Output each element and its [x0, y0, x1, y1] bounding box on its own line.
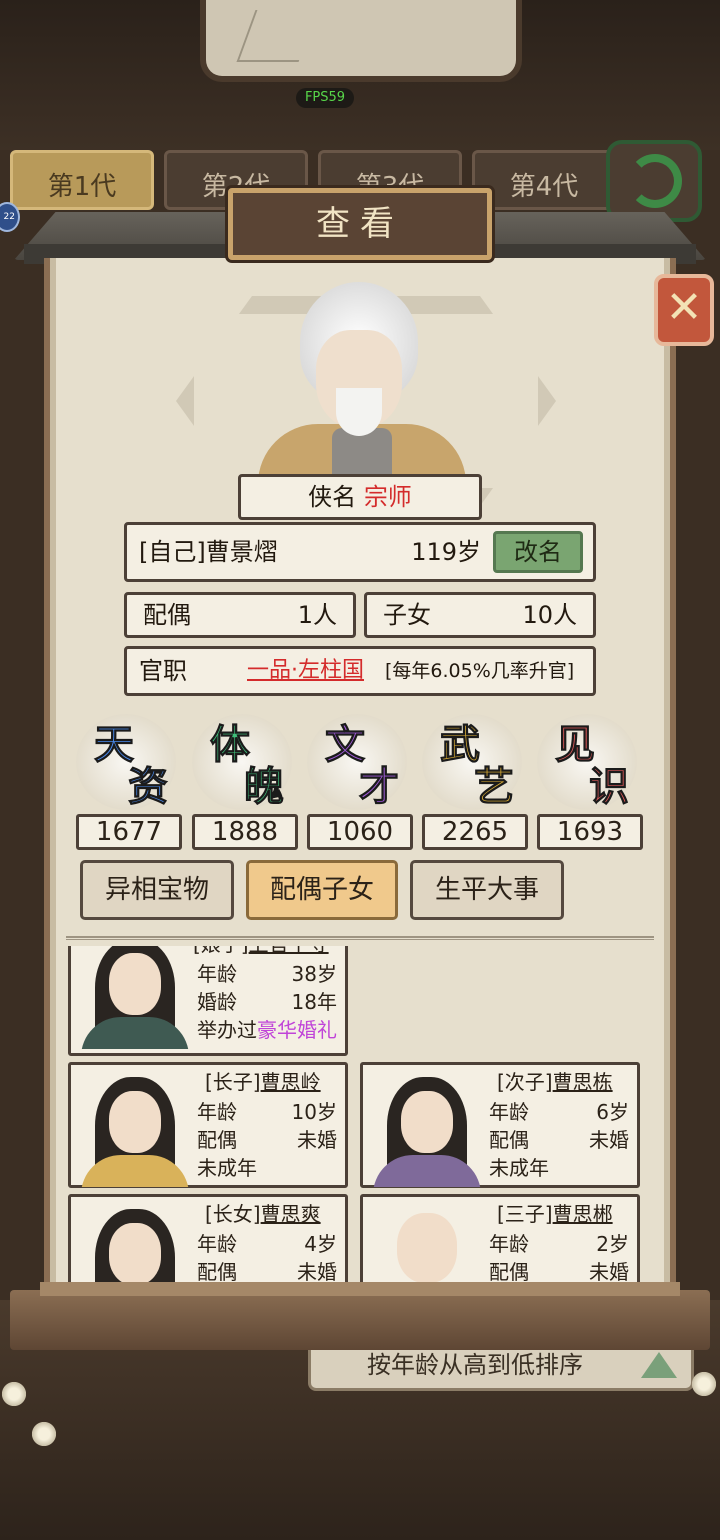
child-portrait [369, 1069, 485, 1187]
spouse-label: 配偶 [143, 601, 191, 629]
flower-decoration [690, 1370, 718, 1398]
child-spouse-row: 配偶 未婚 [489, 1128, 629, 1152]
attribute-char: 才 [359, 763, 400, 811]
spouse-age-row: 年龄 38岁 [197, 962, 337, 986]
child-portrait [77, 1069, 193, 1187]
crossed-swords-icon: ✕ [665, 282, 703, 333]
child-status: 未成年 [489, 1156, 549, 1180]
spouse-card[interactable]: [娘子]上官千寻 年龄38岁 婚龄18年 举办过豪华婚礼 [68, 946, 348, 1056]
child-status: 未成年 [197, 1156, 257, 1180]
tab-spouse-children[interactable]: 配偶子女 [246, 860, 398, 920]
sort-direction-icon [641, 1352, 677, 1378]
spouse-name: [娘子]上官千寻 [193, 946, 329, 957]
section-divider [66, 936, 654, 940]
attribute-literary: 文 才 1060 [307, 706, 413, 850]
child-age-row: 年龄 4岁 [197, 1232, 337, 1256]
attribute-value: 1060 [307, 814, 413, 850]
child-card[interactable]: [次子]曹思栋 年龄 6岁 配偶 未婚 未成年 [360, 1062, 640, 1188]
attribute-char: 艺 [474, 763, 515, 811]
child-spouse-row: 配偶 未婚 [197, 1128, 337, 1152]
child-name: [三子]曹思郴 [497, 1202, 613, 1226]
attribute-talent: 天 资 1677 [76, 706, 182, 850]
child-age-row: 年龄 10岁 [197, 1100, 337, 1124]
tab-treasures[interactable]: 异相宝物 [80, 860, 234, 920]
tab-generation-1[interactable]: 第1代 [10, 150, 154, 210]
spouse-count-box: 配偶 1人 [124, 592, 356, 638]
modal-bottom-frame [10, 1282, 710, 1350]
attribute-insight: 见 识 1693 [537, 706, 643, 850]
character-age: 119岁 [411, 538, 481, 566]
tab-generation-4[interactable]: 第4代 [472, 150, 616, 210]
child-age-row: 年龄 6岁 [489, 1100, 629, 1124]
spouse-wedding-row: 举办过豪华婚礼 [197, 1018, 337, 1042]
character-portrait [258, 278, 466, 476]
child-portrait [77, 1201, 193, 1288]
child-card[interactable]: [长女]曹思爽 年龄 4岁 配偶 未婚 [68, 1194, 348, 1288]
modal-title: 查看 [228, 188, 492, 260]
official-post-box: 官职 一品·左柱国 [每年6.05%几率升官] [124, 646, 596, 696]
children-value: 10人 [522, 601, 577, 629]
close-button[interactable]: ✕ [654, 274, 714, 346]
child-name: [长子]曹思岭 [205, 1070, 321, 1094]
attribute-char: 魄 [244, 763, 285, 811]
character-name: [自己]曹景熠 [139, 538, 278, 566]
office-value-link[interactable]: 一品·左柱国 [247, 649, 364, 693]
sort-label: 按年龄从高到低排序 [367, 1351, 583, 1379]
attribute-martial: 武 艺 2265 [422, 706, 528, 850]
attribute-value: 2265 [422, 814, 528, 850]
child-age-row: 年龄 2岁 [489, 1232, 629, 1256]
character-name-box: [自己]曹景熠 119岁 改名 [124, 522, 596, 582]
title-label: 侠名 [308, 483, 357, 511]
flower-decoration [0, 1380, 28, 1408]
family-list[interactable]: [娘子]上官千寻 年龄38岁 婚龄18年 举办过豪华婚礼 [长子]曹思岭 年龄1… [64, 946, 654, 1288]
attribute-char: 资 [128, 763, 169, 811]
character-title-box: 侠名 宗师 [238, 474, 482, 520]
attribute-char: 识 [589, 763, 630, 811]
flower-decoration [30, 1420, 58, 1448]
side-badge[interactable]: 22 [0, 202, 20, 232]
children-count-box: 子女 10人 [364, 592, 596, 638]
child-card[interactable]: [长子]曹思岭 年龄 10岁 配偶 未婚 未成年 [68, 1062, 348, 1188]
promotion-chance-note: [每年6.05%几率升官] [385, 660, 575, 682]
spouse-portrait [77, 946, 193, 1049]
tab-life-events[interactable]: 生平大事 [410, 860, 564, 920]
children-label: 子女 [383, 601, 431, 629]
attribute-value: 1693 [537, 814, 643, 850]
child-name: [长女]曹思爽 [205, 1202, 321, 1226]
title-value: 宗师 [363, 483, 412, 511]
attribute-value: 1888 [192, 814, 298, 850]
child-portrait [369, 1201, 485, 1288]
office-label: 官职 [139, 657, 187, 685]
background-window-painting [200, 0, 522, 82]
rename-button[interactable]: 改名 [493, 531, 583, 573]
spouse-value: 1人 [297, 601, 337, 629]
attribute-physique: 体 魄 1888 [192, 706, 298, 850]
fps-counter: FPS59 [296, 88, 354, 108]
child-name: [次子]曹思栋 [497, 1070, 613, 1094]
back-arrow-icon [628, 154, 682, 208]
child-card[interactable]: [三子]曹思郴 年龄 2岁 配偶 未婚 [360, 1194, 640, 1288]
spouse-marriage-row: 婚龄 18年 [197, 990, 337, 1014]
back-arrow-button[interactable] [606, 140, 702, 222]
attribute-value: 1677 [76, 814, 182, 850]
